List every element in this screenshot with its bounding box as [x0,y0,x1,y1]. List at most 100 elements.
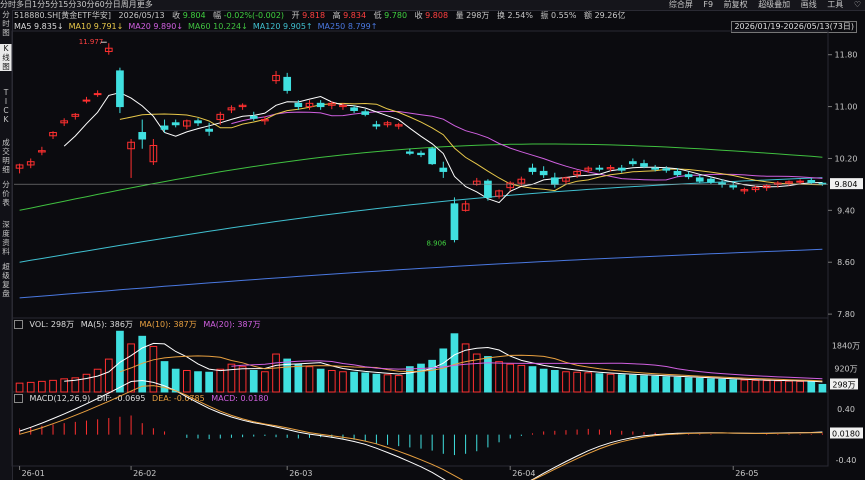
volume-bar [350,371,358,393]
volume-bar [773,380,782,393]
candle-body [651,167,660,170]
ma5-line [63,92,823,204]
candle-body [707,178,715,183]
price-tick-label: 11.00 [835,103,858,112]
volume-bar [729,379,738,393]
candle-body [406,151,414,154]
volume-bar [428,359,436,393]
volume-bar [216,368,225,393]
candle-body [450,203,459,241]
volume-bar [49,379,57,393]
ma120-line [19,177,823,263]
volume-bar [194,371,202,393]
volume-bar [439,348,448,393]
volume-bar [450,333,459,393]
candle-body [372,124,381,127]
volume-bar [116,330,124,393]
price-tick-label: 10.20 [835,154,858,163]
volume-bar [249,369,258,393]
dif-line [19,379,823,480]
volume-bar [316,368,325,393]
volume-bar [718,378,726,393]
volume-bar [82,373,91,393]
volume-bar [584,372,593,393]
volume-bar [339,371,347,393]
volume-bar [662,376,671,393]
volume-bar [751,379,760,393]
x-axis-label: 26-02 [133,469,156,478]
volume-bar [372,373,381,393]
candle-body [595,167,604,170]
x-axis-label: 26-04 [512,469,535,478]
volume-bar [104,358,113,393]
volume-bar [528,366,537,393]
volume-bar [573,371,581,393]
ma10-line [119,102,823,192]
volume-bar [684,377,693,393]
volume-bar [695,377,704,393]
candle-body [171,122,180,126]
high-mark-label: 11.977 [79,38,104,46]
volume-bar [617,374,626,393]
candle-body [361,111,370,115]
ma250-line [19,248,823,299]
price-tick-label: 8.60 [837,258,855,267]
volume-bar [272,353,280,393]
candle-body [695,177,704,182]
volume-bar [818,383,827,393]
volume-bar [506,363,515,393]
volume-bar [238,366,247,393]
volume-bar [595,373,604,393]
candle-body [528,167,537,172]
vol-ma10-line [119,354,823,382]
candle-body [93,93,102,96]
volume-bar [495,361,503,393]
candle-body [194,120,202,124]
volume-bar [305,366,314,393]
candle-body [439,167,448,172]
macd-tick-label: 0.40 [837,405,855,414]
volume-bar [550,369,559,393]
current-macd-label: 0.0180 [832,429,860,438]
candle-body [484,180,492,198]
candle-body [617,167,626,171]
current-volume-label: 298万 [832,380,855,389]
candle-body [428,148,436,165]
candle-body [417,152,425,156]
volume-bar [785,380,793,393]
macd-panel [11,391,829,467]
volume-bar [707,378,715,393]
volume-bar [261,371,269,393]
volume-bar [740,379,749,393]
volume-bar [383,374,392,393]
volume-bar [361,372,370,393]
candle-body [316,102,325,108]
candle-body [249,115,258,119]
volume-bar [539,368,548,393]
volume-bar [15,382,24,393]
volume-bar [327,369,336,393]
volume-bar [629,374,637,393]
current-price-label: 9.804 [835,180,858,189]
candle-body [82,99,91,102]
kline-chart[interactable]: 11.80 11.00 10.20 9.40 8.60 7.80 1840万 920万 0.40… [0,0,865,480]
candle-body [138,132,147,140]
candle-body [205,128,213,132]
ma20-line [231,111,823,181]
low-mark-label: 8.906 [426,239,447,247]
volume-bar [651,375,660,393]
volume-bar [394,375,403,393]
macd-tick-label: -0.40 [836,456,857,465]
volume-bar [796,380,804,393]
volume-bar [562,371,570,393]
volume-bar [38,380,46,393]
candle-body [684,174,693,178]
volume-tick-label: 920万 [834,365,857,374]
candle-body [116,70,124,108]
candle-body [673,170,682,176]
candle-body [350,107,358,111]
price-tick-label: 7.80 [837,310,855,319]
volume-bar [93,368,102,393]
candle-body [539,170,548,176]
volume-bar [171,368,180,393]
